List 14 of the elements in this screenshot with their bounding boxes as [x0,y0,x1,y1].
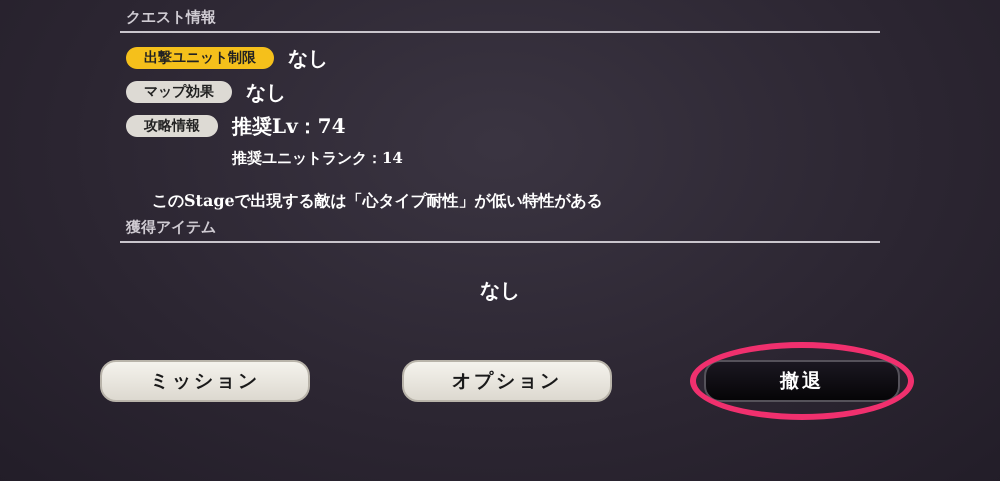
section-title: 獲得アイテム [120,212,880,243]
note-text: このStageで出現する敵は「心タイプ耐性」が低い特性がある [152,191,604,212]
menu-button[interactable]: 撤退 [704,360,900,402]
info-value: 推奨Lv：74 [232,115,347,137]
menu-button[interactable]: ミッション [100,360,310,402]
reward-value: なし [479,277,521,304]
section-title: クエスト情報 [120,0,880,33]
info-value: 推奨ユニットランク：14 [232,148,403,169]
menu-button[interactable]: オプション [402,360,612,402]
label-badge: マップ効果 [126,81,232,103]
info-value: なし [288,47,328,69]
label-badge: 出撃ユニット制限 [126,47,274,69]
info-value: なし [246,81,286,103]
label-badge: 攻略情報 [126,115,218,137]
